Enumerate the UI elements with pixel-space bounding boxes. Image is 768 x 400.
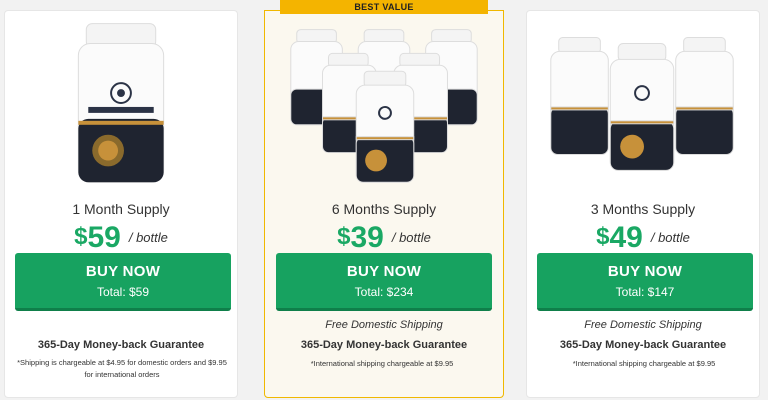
guarantee-text: 365-Day Money-back Guarantee	[37, 339, 205, 351]
supply-label: 6 Months Supply	[331, 201, 437, 217]
product-image-six-bottles	[265, 11, 503, 189]
currency-symbol: $	[74, 223, 88, 250]
supply-label: 1 Month Supply	[72, 201, 170, 217]
buy-total: Total: $59	[96, 285, 150, 299]
price-amount: 49	[609, 221, 643, 254]
price-unit: / bottle	[650, 230, 690, 245]
best-value-badge: BEST VALUE	[280, 0, 488, 14]
buy-total: Total: $234	[354, 285, 414, 299]
buy-now-label: BUY NOW	[346, 263, 422, 280]
currency-symbol: $	[337, 223, 351, 250]
guarantee-text: 365-Day Money-back Guarantee	[559, 339, 727, 351]
bottle-icon	[675, 37, 734, 156]
bottle-icon	[77, 23, 165, 183]
shipping-note: *Shipping is chargeable at $4.95 for dom…	[17, 358, 227, 379]
price-amount: 39	[350, 221, 384, 254]
pricing-card-6-months: 6 Months Supply $39 / bottle BUY NOW Tota…	[264, 10, 504, 398]
bottle-icon	[550, 37, 609, 156]
price-amount: 59	[87, 221, 121, 254]
bottle-icon	[355, 70, 415, 183]
product-image-single-bottle	[5, 11, 237, 189]
free-shipping-text: Free Domestic Shipping	[325, 319, 443, 331]
price: $49 / bottle	[527, 221, 759, 255]
currency-symbol: $	[596, 223, 610, 250]
buy-now-button-1-month[interactable]: BUY NOW Total: $59	[15, 253, 231, 311]
guarantee-text: 365-Day Money-back Guarantee	[300, 339, 468, 351]
price: $39 / bottle	[265, 221, 503, 255]
supply-label: 3 Months Supply	[590, 201, 696, 217]
product-image-three-bottles	[527, 11, 759, 189]
price-unit: / bottle	[391, 230, 431, 245]
pricing-card-1-month: 1 Month Supply $59 / bottle BUY NOW Total…	[4, 10, 238, 398]
bottle-icon	[609, 42, 675, 171]
buy-now-button-3-months[interactable]: BUY NOW Total: $147	[537, 253, 753, 311]
buy-now-label: BUY NOW	[85, 263, 161, 280]
shipping-note: *International shipping chargeable at $9…	[572, 359, 716, 368]
buy-total: Total: $147	[615, 285, 675, 299]
buy-now-label: BUY NOW	[607, 263, 683, 280]
free-shipping-text: Free Domestic Shipping	[584, 319, 702, 331]
pricing-card-3-months: 3 Months Supply $49 / bottle BUY NOW Tota…	[526, 10, 760, 398]
price: $59 / bottle	[5, 221, 237, 255]
shipping-note: *International shipping chargeable at $9…	[310, 359, 454, 368]
buy-now-button-6-months[interactable]: BUY NOW Total: $234	[276, 253, 492, 311]
price-unit: / bottle	[128, 230, 168, 245]
